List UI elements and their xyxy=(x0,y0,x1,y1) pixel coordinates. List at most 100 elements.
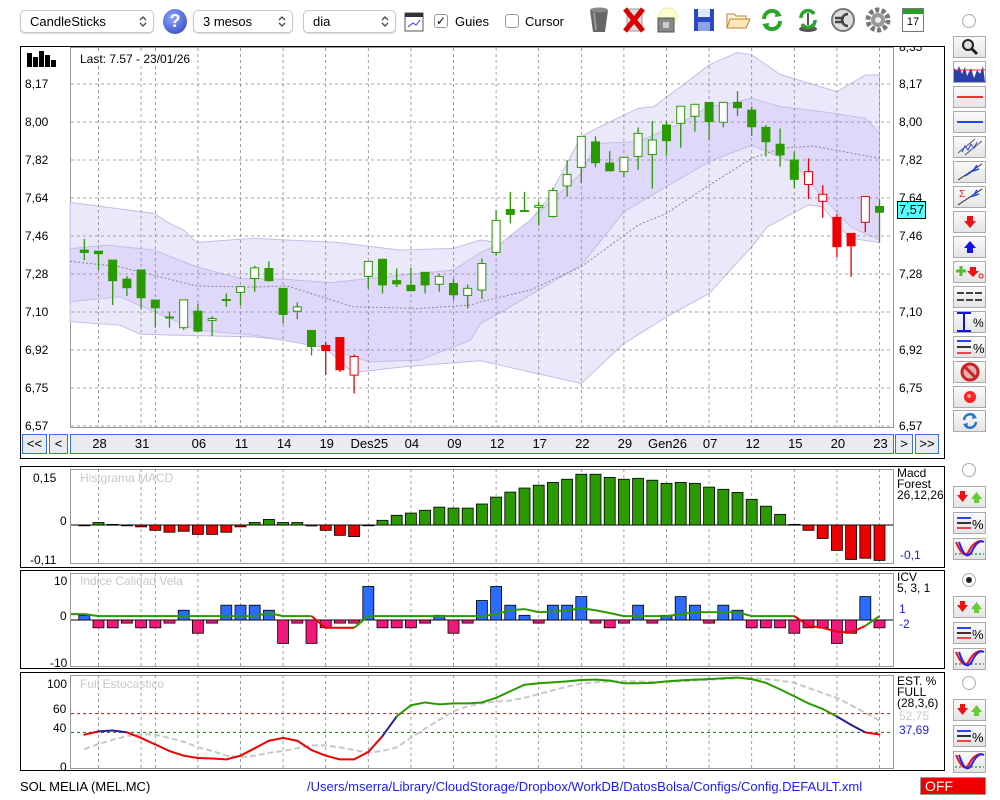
macd-histogram-bar xyxy=(262,518,275,526)
candle-body xyxy=(491,219,501,253)
icv-percent-lines-button[interactable]: % xyxy=(953,622,986,644)
candle-body xyxy=(804,171,813,185)
icv-bar xyxy=(646,619,659,624)
nav-last-button[interactable]: >> xyxy=(915,434,939,454)
record-button[interactable] xyxy=(953,386,986,408)
candle-body xyxy=(591,141,600,164)
icv-signal-line-segment xyxy=(595,609,610,614)
icv-bar xyxy=(262,609,275,621)
date-axis-label[interactable]: 28 xyxy=(80,435,120,453)
stoch-title: Full Estocastico xyxy=(80,677,165,691)
date-axis-label[interactable]: 15 xyxy=(775,435,815,453)
stoch-signals-button[interactable] xyxy=(953,699,986,721)
icv-bar xyxy=(774,619,786,629)
macd-panel-radio[interactable] xyxy=(962,463,976,477)
macd-signals-button[interactable] xyxy=(953,486,986,508)
blue-line-button[interactable] xyxy=(953,111,986,133)
macd-histogram-bar xyxy=(831,524,843,551)
date-axis-label[interactable]: 07 xyxy=(690,435,730,453)
date-axis-label[interactable]: 29 xyxy=(605,435,645,453)
svg-text:%: % xyxy=(972,627,984,642)
candle-body xyxy=(150,299,160,309)
candle-body xyxy=(122,278,132,289)
icv-signals-button[interactable] xyxy=(953,596,986,618)
icv-panel-radio[interactable] xyxy=(962,573,976,587)
nav-prev-button[interactable]: < xyxy=(49,434,68,454)
icv-bar xyxy=(277,619,290,644)
macd-last-value: -0,1 xyxy=(900,548,921,562)
macd-oscillator-button[interactable] xyxy=(953,538,986,560)
percent-lines-button[interactable]: % xyxy=(953,336,986,358)
date-axis-label[interactable]: 12 xyxy=(733,435,773,453)
icv-bar xyxy=(362,586,375,621)
buy-arrow-button[interactable] xyxy=(953,236,986,258)
macd-percent-lines-button[interactable]: % xyxy=(953,512,986,534)
date-axis-label[interactable]: Gen26 xyxy=(648,435,688,453)
nav-next-button[interactable]: > xyxy=(895,434,913,454)
percent-range-button[interactable]: % xyxy=(953,311,986,333)
icv-oscillator-button[interactable] xyxy=(953,648,986,670)
nav-first-button[interactable]: << xyxy=(22,434,47,454)
icv-bar xyxy=(305,619,318,644)
candle-body xyxy=(420,271,430,286)
macd-title: Histgrama MACD xyxy=(80,471,174,485)
red-line-button[interactable] xyxy=(953,86,986,108)
stoch-y-label: 60 xyxy=(53,702,67,716)
price-axis-label-right: 7,46 xyxy=(899,229,923,243)
stoch-k-line-segment xyxy=(97,729,114,733)
add-signal-button[interactable] xyxy=(953,261,986,283)
date-axis-label[interactable]: 04 xyxy=(392,435,432,453)
horizontal-lines-button[interactable] xyxy=(953,286,986,308)
date-axis-label[interactable]: 09 xyxy=(435,435,475,453)
date-axis-strip[interactable]: 28 31 06 11 14 19 Des25 04 09 12 17 22 29 Gen26 07 12 15… xyxy=(70,434,894,454)
overview-button[interactable] xyxy=(953,61,986,83)
date-axis-label[interactable]: 31 xyxy=(122,435,162,453)
stoch-k-line-segment xyxy=(353,750,370,761)
date-axis-label[interactable]: Des25 xyxy=(349,435,389,453)
icv-bar xyxy=(333,619,346,624)
bar-chart-icon[interactable] xyxy=(27,51,57,67)
zoom-button[interactable] xyxy=(953,36,986,58)
date-axis-label[interactable]: 06 xyxy=(179,435,219,453)
stoch-d-value: 52,75 xyxy=(899,709,930,723)
icv-bar xyxy=(206,619,219,624)
stoch-y-label: 100 xyxy=(47,677,68,691)
candle-body xyxy=(349,356,359,376)
date-axis-label[interactable]: 12 xyxy=(477,435,517,453)
icv-bar xyxy=(163,619,176,624)
date-axis-label[interactable]: 19 xyxy=(307,435,347,453)
stoch-k-line-segment xyxy=(495,690,512,699)
mini-chart-icon xyxy=(954,66,985,82)
cancel-button[interactable] xyxy=(953,361,986,383)
candle-body xyxy=(335,337,345,371)
price-axis-label-left: 7,82 xyxy=(25,153,49,167)
stoch-k-line-segment xyxy=(154,743,171,753)
macd-histogram-bar xyxy=(191,524,204,535)
trendline-button[interactable] xyxy=(953,161,986,183)
sum-trendline-button[interactable]: Σ xyxy=(953,186,986,208)
macd-histogram-bar xyxy=(788,523,801,526)
date-axis-label[interactable]: 11 xyxy=(222,435,262,453)
candle-body xyxy=(633,132,643,157)
stoch-oscillator-button[interactable] xyxy=(953,751,986,773)
date-axis-label[interactable]: 22 xyxy=(562,435,602,453)
status-off-button[interactable]: OFF xyxy=(920,777,986,795)
price-axis-label-right: 6,75 xyxy=(899,381,923,395)
stoch-panel-radio[interactable] xyxy=(962,676,976,690)
macd-histogram-bar xyxy=(575,473,588,526)
sell-arrow-button[interactable] xyxy=(953,211,986,233)
stoch-k-line-segment xyxy=(693,678,711,681)
icv-bar xyxy=(859,596,872,621)
percent-lines-icon: % xyxy=(957,730,984,745)
macd-histogram-bar xyxy=(461,507,474,526)
config-path-link[interactable]: /Users/mserra/Library/CloudStorage/Dropb… xyxy=(307,779,862,794)
symbol-name: SOL MELIA (MEL.MC) xyxy=(20,779,151,794)
stoch-percent-lines-button[interactable]: % xyxy=(953,725,986,747)
date-axis-label[interactable]: 14 xyxy=(264,435,304,453)
sync-button[interactable] xyxy=(953,410,986,432)
date-axis-label[interactable]: 17 xyxy=(520,435,560,453)
date-axis-label[interactable]: 20 xyxy=(818,435,858,453)
icv-signal-line-segment xyxy=(609,612,625,618)
candle-body xyxy=(165,316,174,319)
channel-button[interactable] xyxy=(953,136,986,158)
